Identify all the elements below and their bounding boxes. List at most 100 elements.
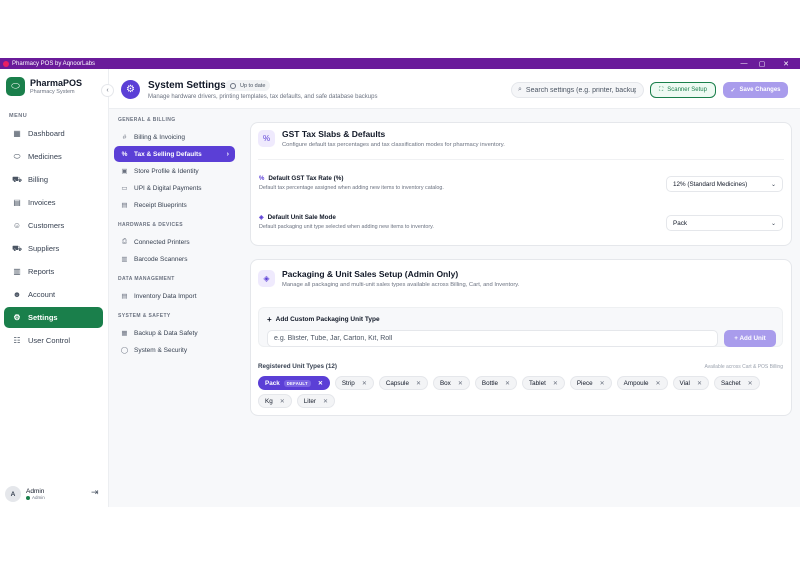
remove-icon[interactable]: ✕	[656, 380, 661, 387]
sidebar-item-account[interactable]: ☻ Account	[4, 284, 103, 305]
unit-chip[interactable]: Kg ✕	[258, 394, 292, 408]
gst-rate-description: Default tax percentage assigned when add…	[259, 185, 444, 191]
remove-icon[interactable]: ✕	[416, 380, 421, 387]
close-icon[interactable]: ✕	[776, 58, 796, 69]
brand-name: PharmaPOS	[30, 78, 83, 88]
sidebar-item-dashboard[interactable]: ▦ Dashboard	[4, 123, 103, 144]
sidebar-item-medicines[interactable]: ⬭ Medicines	[4, 146, 103, 167]
remove-icon[interactable]: ✕	[280, 398, 285, 405]
chevron-down-icon: ⌄	[770, 181, 776, 188]
remove-icon[interactable]: ✕	[600, 380, 605, 387]
search-input[interactable]	[525, 86, 636, 94]
unit-chip[interactable]: Liter ✕	[296, 394, 336, 408]
add-unit-title: + Add Custom Packaging Unit Type	[267, 315, 380, 324]
maximize-icon[interactable]: ▢	[752, 58, 772, 69]
unit-chip[interactable]: Sachet ✕	[713, 376, 760, 390]
unit-chip[interactable]: Bottle ✕	[474, 376, 518, 390]
users-icon: ☺	[12, 221, 22, 230]
gst-rate-select[interactable]: 12% (Standard Medicines) ⌄	[666, 176, 783, 192]
gear-icon: ⚙	[121, 80, 140, 99]
user-role: Admin	[26, 495, 45, 500]
sidebar-item-settings[interactable]: ⚙ Settings	[4, 307, 103, 328]
percent-icon: %	[121, 150, 128, 158]
unit-type-input[interactable]	[267, 330, 718, 347]
gst-card-subtitle: Configure default tax percentages and ta…	[282, 142, 505, 148]
window-titlebar: Pharmacy POS by AqnoorLabs — ▢ ✕	[0, 58, 800, 69]
scan-icon: ⛶	[659, 86, 664, 93]
import-icon: ▤	[121, 293, 128, 300]
remove-icon[interactable]: ✕	[697, 380, 702, 387]
registered-units-label: Registered Unit Types (12)	[258, 363, 337, 370]
subnav-item-inventory-import[interactable]: ▤ Inventory Data Import	[114, 288, 235, 304]
unit-chip[interactable]: Piece ✕	[569, 376, 612, 390]
page-title: System Settings	[148, 80, 226, 91]
minimize-icon[interactable]: —	[734, 58, 754, 69]
logout-icon[interactable]: ⇥	[91, 487, 99, 498]
unit-chip[interactable]: Strip ✕	[334, 376, 374, 390]
remove-icon[interactable]: ✕	[748, 380, 753, 387]
sidebar-item-customers[interactable]: ☺ Customers	[4, 215, 103, 236]
unit-sale-mode-label: ◈ Default Unit Sale Mode	[259, 214, 336, 221]
check-icon: ✓	[730, 87, 736, 94]
sidebar-item-label: Dashboard	[28, 129, 65, 138]
sidebar-item-reports[interactable]: ▥ Reports	[4, 261, 103, 282]
unit-sale-mode-select[interactable]: Pack ⌄	[666, 215, 783, 231]
settings-subnav: GENERAL & BILLING # Billing & Invoicing %…	[109, 109, 240, 507]
scanner-setup-button[interactable]: ⛶ Scanner Setup	[650, 82, 716, 98]
sidebar-item-invoices[interactable]: ▤ Invoices	[4, 192, 103, 213]
store-icon: ▣	[121, 168, 128, 175]
page-subtitle: Manage hardware drivers, printing templa…	[148, 94, 378, 100]
sidebar-item-label: Settings	[28, 313, 58, 322]
subnav-item-store-profile[interactable]: ▣ Store Profile & Identity	[114, 163, 235, 179]
sidebar-item-billing[interactable]: ⛟ Billing	[4, 169, 103, 190]
subnav-item-connected-printers[interactable]: ⎙ Connected Printers	[114, 234, 235, 250]
pill-icon: ⬭	[13, 151, 21, 161]
box-icon: ◈	[259, 215, 264, 221]
sidebar-item-label: Suppliers	[28, 244, 60, 253]
sidebar: ⬭ PharmaPOS Pharmacy System MENU ▦ Dashbo…	[0, 69, 109, 507]
page-header: ⚙ System Settings Up to date Manage hard…	[109, 69, 800, 109]
remove-icon[interactable]: ✕	[318, 380, 323, 387]
sidebar-item-label: Medicines	[28, 152, 62, 161]
avatar[interactable]: A	[5, 486, 21, 502]
user-group-icon: ☷	[13, 336, 21, 345]
subnav-item-system-security[interactable]: ◯ System & Security	[114, 342, 235, 358]
subnav-item-receipt-blueprints[interactable]: ▤ Receipt Blueprints	[114, 197, 235, 213]
percent-icon: %	[258, 130, 275, 147]
menu-label: MENU	[9, 113, 28, 119]
remove-icon[interactable]: ✕	[505, 380, 510, 387]
subnav-item-backup-data-safety[interactable]: ▦ Backup & Data Safety	[114, 325, 235, 341]
unit-chip[interactable]: Tablet ✕	[522, 376, 565, 390]
chevron-left-icon[interactable]: ‹	[101, 84, 114, 97]
subnav-item-barcode-scanners[interactable]: ▥ Barcode Scanners	[114, 251, 235, 267]
unit-chip[interactable]: Capsule ✕	[378, 376, 428, 390]
search-box[interactable]: ⌕	[511, 82, 644, 98]
unit-chips: Pack DEFAULT ✕ Strip ✕ Capsule ✕ Box ✕ Bottle…	[258, 376, 783, 412]
document-icon: ▤	[13, 198, 21, 207]
subnav-item-tax-selling-defaults[interactable]: % Tax & Selling Defaults ›	[114, 146, 235, 162]
receipt-icon: ▤	[121, 202, 128, 209]
remove-icon[interactable]: ✕	[362, 380, 367, 387]
remove-icon[interactable]: ✕	[553, 380, 558, 387]
remove-icon[interactable]: ✕	[458, 380, 463, 387]
divider	[258, 159, 784, 160]
sidebar-item-suppliers[interactable]: ⛟ Suppliers	[4, 238, 103, 259]
unit-chip[interactable]: Ampoule ✕	[616, 376, 668, 390]
save-changes-button[interactable]: ✓ Save Changes	[723, 82, 788, 98]
gst-rate-label: % Default GST Tax Rate (%)	[259, 175, 344, 182]
remove-icon[interactable]: ✕	[323, 398, 328, 405]
add-unit-button[interactable]: + Add Unit	[724, 330, 776, 347]
plus-icon: +	[267, 315, 272, 324]
sidebar-item-user-control[interactable]: ☷ User Control	[4, 330, 103, 351]
unit-chip[interactable]: Pack DEFAULT ✕	[258, 376, 330, 390]
unit-chip[interactable]: Vial ✕	[672, 376, 709, 390]
unit-sale-mode-description: Default packaging unit type selected whe…	[259, 224, 434, 230]
unit-chip[interactable]: Box ✕	[432, 376, 470, 390]
units-hint: Available across Cart & POS Billing	[704, 364, 783, 370]
online-status-dot	[26, 495, 30, 500]
packaging-card-title: Packaging & Unit Sales Setup (Admin Only…	[282, 269, 459, 279]
subnav-item-billing-invoicing[interactable]: # Billing & Invoicing	[114, 129, 235, 145]
subnav-item-upi-payments[interactable]: ▭ UPI & Digital Payments	[114, 180, 235, 196]
sidebar-item-label: User Control	[28, 336, 71, 345]
user-icon: ☻	[12, 290, 22, 299]
